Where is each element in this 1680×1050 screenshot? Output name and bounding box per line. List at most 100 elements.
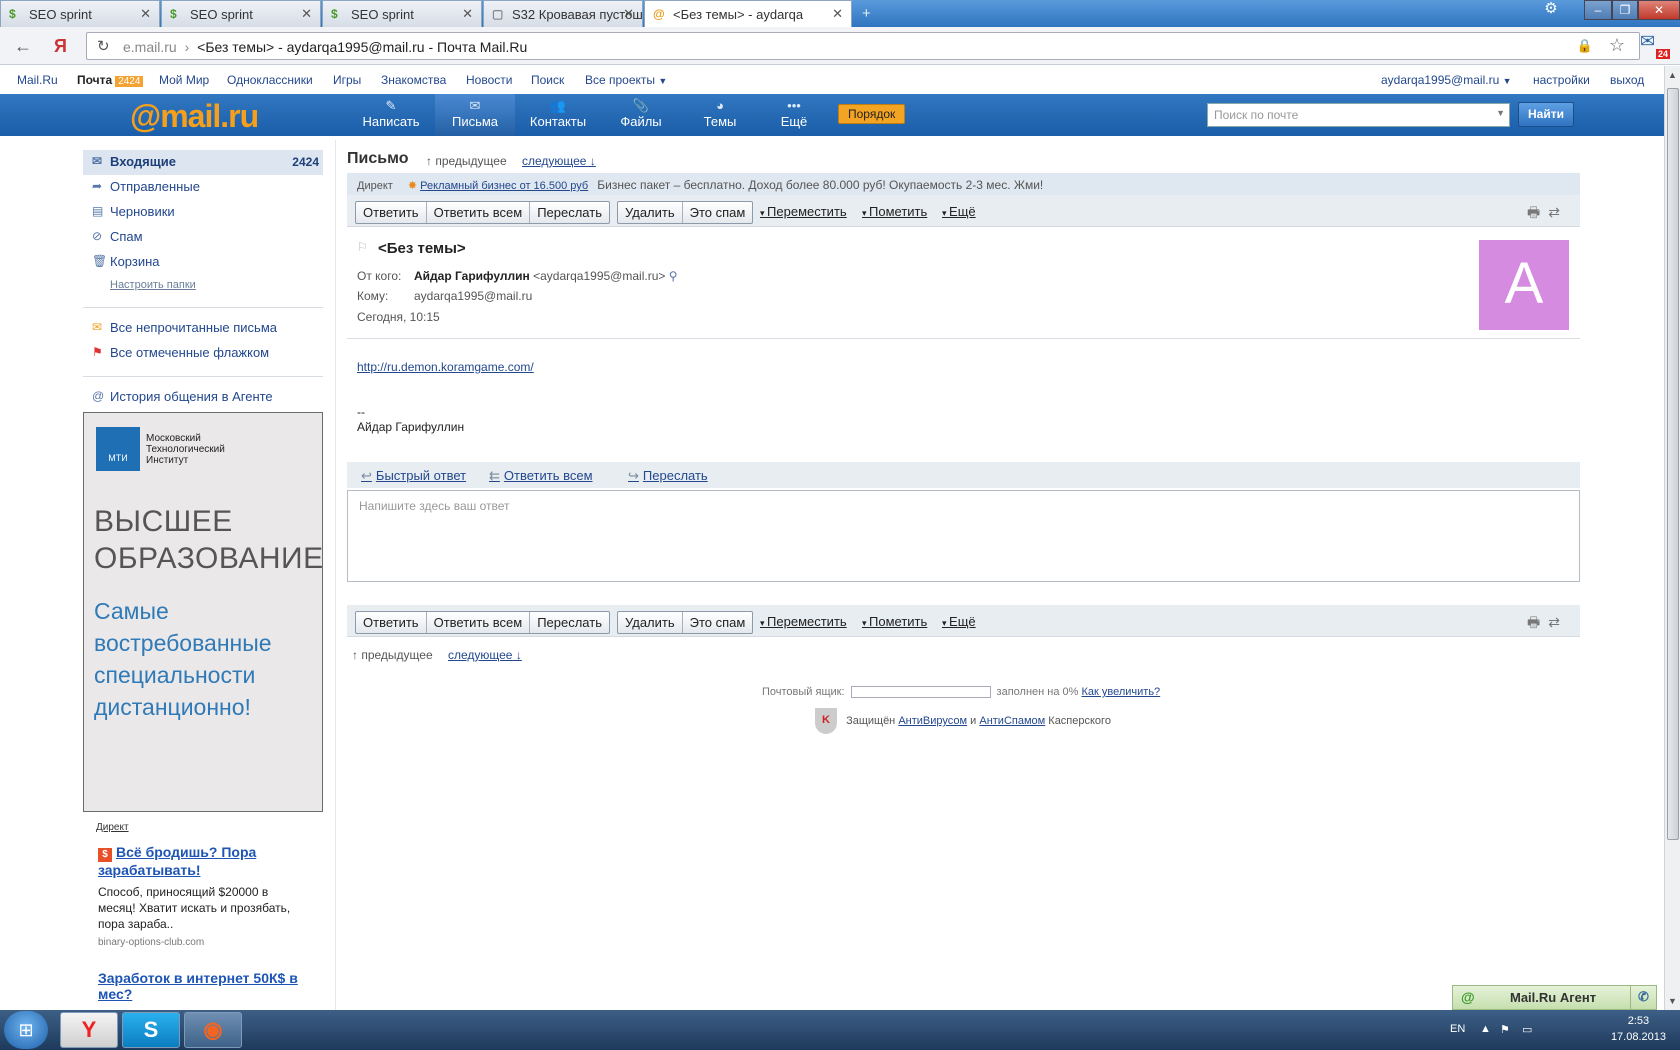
mark-dropdown[interactable]: Пометить	[862, 204, 927, 219]
print-translate-icons[interactable]: 🖶⇄	[1527, 202, 1568, 226]
portal-pochta-link[interactable]: Почта 2424	[77, 73, 144, 87]
print-translate-icons[interactable]: 🖶⇄	[1527, 612, 1568, 636]
files-button[interactable]: 📎 Файлы	[601, 94, 681, 136]
tray-expand-icon[interactable]: ▲	[1480, 1023, 1491, 1035]
clock[interactable]: 2:53 17.08.2013	[1611, 1013, 1666, 1045]
folder-sent[interactable]: ➦ Отправленные	[83, 175, 323, 200]
magnifier-icon[interactable]: ⚲	[669, 269, 678, 283]
antivirus-link[interactable]: АнтиВирусом	[898, 715, 967, 727]
scroll-up-icon[interactable]: ▲	[1668, 70, 1677, 80]
spam-button[interactable]: Это спам	[681, 202, 753, 223]
mail-extension-button[interactable]: ✉ 24	[1640, 31, 1670, 59]
increase-quota-link[interactable]: Как увеличить?	[1081, 686, 1160, 698]
search-button[interactable]: Найти	[1518, 102, 1574, 127]
folder-spam[interactable]: ⊘ Спам	[83, 225, 323, 250]
next-letter-link[interactable]: следующее ↓	[522, 154, 596, 168]
letters-button[interactable]: ✉ Письма	[435, 94, 515, 136]
forward-link[interactable]: ↪ Переслать	[628, 468, 708, 484]
close-tab-icon[interactable]: ✕	[623, 6, 634, 22]
mail-search-input[interactable]: Поиск по почте ▼	[1207, 103, 1510, 127]
delete-button[interactable]: Удалить	[618, 202, 682, 223]
reply-all-button[interactable]: Ответить всем	[425, 612, 530, 633]
reply-button[interactable]: Ответить	[356, 202, 426, 223]
portal-mailru-link[interactable]: Mail.Ru	[17, 73, 58, 87]
more-dropdown[interactable]: Ещё	[942, 204, 976, 219]
body-link[interactable]: http://ru.demon.koramgame.com/	[357, 360, 534, 374]
mti-ad-banner[interactable]: МТИ Московский Технологический Институт …	[83, 412, 323, 812]
chevron-down-icon[interactable]: ▼	[1496, 108, 1505, 118]
reply-all-button[interactable]: Ответить всем	[425, 202, 530, 223]
themes-button[interactable]: ◕ Темы	[680, 94, 760, 136]
settings-link[interactable]: настройки	[1533, 73, 1590, 87]
quick-reply-link[interactable]: ↩ Быстрый ответ	[361, 468, 466, 484]
maximize-icon[interactable]: ❐	[1612, 0, 1638, 20]
configure-folders-link[interactable]: Настроить папки	[83, 275, 323, 297]
settings-gear-icon[interactable]: ⚙	[1536, 0, 1566, 20]
close-tab-icon[interactable]: ✕	[140, 6, 151, 22]
next-letter-link[interactable]: следующее ↓	[448, 648, 522, 662]
delete-button[interactable]: Удалить	[618, 612, 682, 633]
forward-button[interactable]: Переслать	[529, 202, 609, 223]
mailru-agent-bar[interactable]: @ Mail.Ru Агент ✆	[1452, 985, 1657, 1010]
forward-button[interactable]: Переслать	[529, 612, 609, 633]
reload-icon[interactable]: ↻	[97, 37, 110, 55]
text-ad-1-title[interactable]: $ Всё бродишь? Пора зарабатывать!	[98, 844, 298, 878]
browser-tab[interactable]: ▢ S32 Кровавая пустош ✕	[483, 0, 643, 27]
reply-all-link[interactable]: ⇇ Ответить всем	[489, 468, 593, 484]
portal-poisk-link[interactable]: Поиск	[531, 73, 564, 87]
back-arrow-icon[interactable]: ←	[14, 36, 32, 57]
action-center-flag-icon[interactable]: ⚑	[1500, 1023, 1510, 1036]
portal-all-projects-link[interactable]: Все проекты ▼	[585, 73, 667, 87]
start-button[interactable]: ⊞	[4, 1011, 48, 1049]
mark-dropdown[interactable]: Пометить	[862, 614, 927, 629]
move-dropdown[interactable]: Переместить	[760, 204, 847, 219]
antispam-link[interactable]: АнтиСпамом	[979, 715, 1045, 727]
more-dropdown[interactable]: Ещё	[942, 614, 976, 629]
flagged-letters-link[interactable]: ⚑ Все отмеченные флажком	[83, 341, 323, 366]
close-tab-icon[interactable]: ✕	[462, 6, 473, 22]
user-account-link[interactable]: aydarqa1995@mail.ru ▼	[1381, 73, 1512, 87]
browser-tab-active[interactable]: @ <Без темы> - aydarqa ✕	[644, 0, 852, 27]
bookmark-star-icon[interactable]: ☆	[1609, 35, 1625, 56]
browser-tab[interactable]: $ SEO sprint ✕	[0, 0, 160, 27]
direkt-ad-link[interactable]: Рекламный бизнес от 16.500 руб	[420, 180, 588, 192]
poryadok-button[interactable]: Порядок	[838, 104, 906, 124]
folder-trash[interactable]: 🗑 Корзина	[83, 250, 323, 275]
mailru-logo[interactable]: @mail.ru	[130, 98, 259, 135]
scroll-down-icon[interactable]: ▼	[1668, 996, 1677, 1006]
yandex-icon[interactable]: Я	[54, 36, 67, 57]
agent-history-link[interactable]: @ История общения в Агенте	[83, 385, 323, 410]
move-dropdown[interactable]: Переместить	[760, 614, 847, 629]
contacts-button[interactable]: 👥 Контакты	[518, 94, 598, 136]
from-name-group[interactable]: Айдар Гарифуллин <aydarqa1995@mail.ru> ⚲	[414, 269, 678, 283]
unread-letters-link[interactable]: ✉ Все непрочитанные письма	[83, 316, 323, 341]
folder-inbox[interactable]: ✉ Входящие 2424	[83, 150, 323, 175]
more-button[interactable]: ••• Ещё	[754, 94, 834, 136]
close-tab-icon[interactable]: ✕	[832, 6, 843, 22]
skype-icon[interactable]: S	[122, 1012, 180, 1048]
new-tab-icon[interactable]: +	[862, 5, 871, 22]
flag-icon[interactable]: ⚐	[357, 240, 368, 254]
spam-button[interactable]: Это спам	[681, 612, 753, 633]
portal-znakomstva-link[interactable]: Знакомства	[381, 73, 446, 87]
origin-icon[interactable]: ◉	[184, 1012, 242, 1048]
url-field[interactable]: ↻ e.mail.ru › <Без темы> - aydarqa1995@m…	[86, 32, 1640, 60]
portal-odnoklassniki-link[interactable]: Одноклассники	[227, 73, 313, 87]
logout-link[interactable]: выход	[1610, 73, 1644, 87]
browser-tab[interactable]: $ SEO sprint ✕	[322, 0, 482, 27]
text-ad-2-title[interactable]: Заработок в интернет 50К$ в мес?	[98, 970, 308, 1002]
language-indicator[interactable]: EN	[1450, 1023, 1465, 1035]
yandex-browser-icon[interactable]: Y	[60, 1012, 118, 1048]
phone-icon[interactable]: ✆	[1630, 985, 1656, 1010]
page-scrollbar[interactable]: ▲ ▼	[1664, 66, 1680, 1010]
portal-moi-mir-link[interactable]: Мой Мир	[159, 73, 209, 87]
quick-reply-textarea[interactable]: Напишите здесь ваш ответ	[347, 490, 1580, 582]
close-tab-icon[interactable]: ✕	[301, 6, 312, 22]
portal-novosti-link[interactable]: Новости	[466, 73, 512, 87]
reply-button[interactable]: Ответить	[356, 612, 426, 633]
direkt-label[interactable]: Директ	[96, 822, 129, 833]
folder-drafts[interactable]: ▤ Черновики	[83, 200, 323, 225]
browser-tab[interactable]: $ SEO sprint ✕	[161, 0, 321, 27]
close-window-icon[interactable]: ✕	[1638, 0, 1680, 20]
network-icon[interactable]: ▭	[1522, 1023, 1532, 1036]
